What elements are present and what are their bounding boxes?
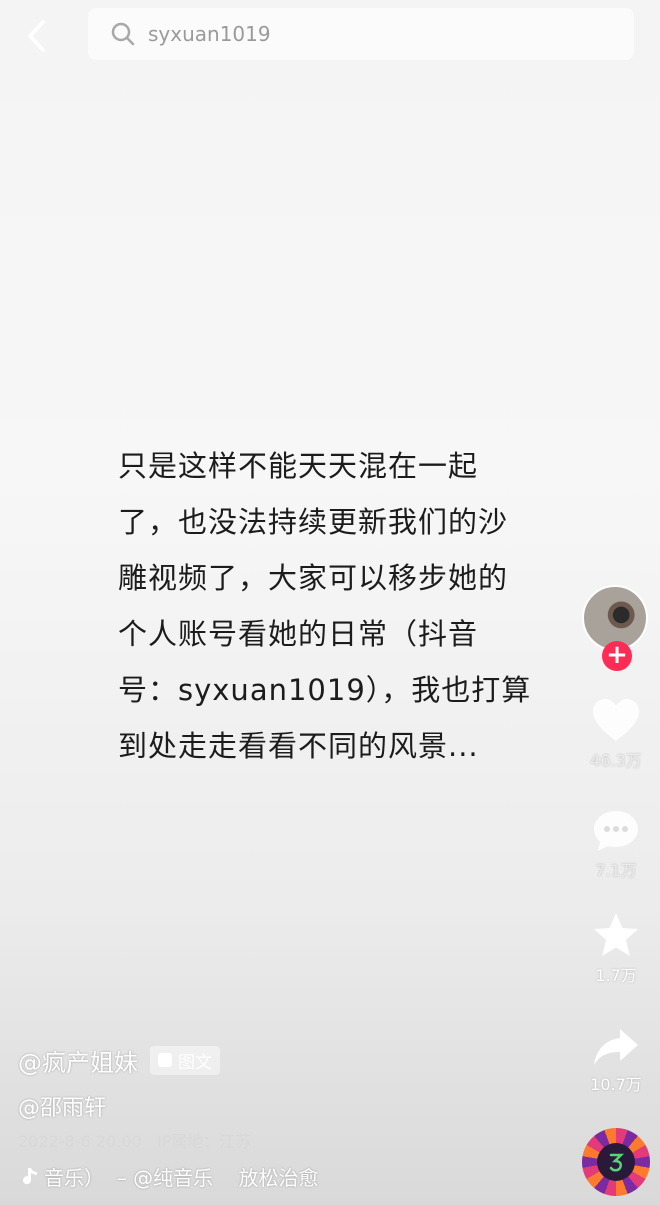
music-marquee[interactable]: 音乐） – @纯音乐 放松治愈 [18, 1162, 319, 1191]
post-text-line: 号：syxuan1019），我也打算 [118, 673, 532, 707]
music-cover-icon [597, 1143, 635, 1181]
post-info: 2022-8-6 20:00 IP属地：江苏 [18, 1128, 578, 1152]
comment-count: 7.1万 [595, 861, 637, 880]
author-name[interactable]: @疯产姐妹 [18, 1043, 138, 1078]
music-title: 音乐） – @纯音乐 放松治愈 [44, 1166, 319, 1190]
like-count: 46.3万 [590, 751, 642, 770]
post-text-line: 只是这样不能天天混在一起 [118, 449, 479, 483]
comment-button[interactable]: 7.1万 [578, 807, 654, 881]
heart-icon [593, 699, 639, 741]
mention-link[interactable]: @邵雨轩 [18, 1090, 578, 1122]
image-post-icon [158, 1053, 172, 1067]
like-button[interactable]: 46.3万 [578, 697, 654, 771]
post-text-line: 个人账号看她的日常（抖音 [118, 617, 479, 651]
post-text-line: 了，也没法持续更新我们的沙 [118, 505, 509, 539]
favorite-count: 1.7万 [595, 966, 637, 985]
search-bar[interactable]: syxuan1019 [88, 8, 634, 60]
share-button[interactable]: 10.7万 [578, 1025, 654, 1095]
post-type-badge: 图文 [150, 1045, 220, 1075]
music-note-icon [23, 1167, 37, 1184]
post-text: 只是这样不能天天混在一起 了，也没法持续更新我们的沙 雕视频了，大家可以移步她的… [118, 438, 548, 774]
share-icon [594, 1029, 638, 1065]
share-count: 10.7万 [590, 1075, 642, 1094]
top-bar: syxuan1019 [0, 0, 660, 70]
post-meta: @疯产姐妹 图文 @邵雨轩 2022-8-6 20:00 IP属地：江苏 [18, 1040, 578, 1152]
favorite-button[interactable]: 1.7万 [578, 910, 654, 986]
badge-label: 图文 [178, 1052, 212, 1073]
post-text-line: 到处走走看看不同的风景... [118, 729, 479, 763]
star-icon [594, 913, 638, 956]
search-icon [108, 19, 138, 49]
chevron-left-icon [28, 20, 45, 52]
search-query: syxuan1019 [148, 22, 271, 46]
back-button[interactable] [18, 18, 54, 54]
comment-icon [594, 811, 638, 851]
post-date: 2022-8-6 20:00 [18, 1132, 142, 1151]
post-text-line: 雕视频了，大家可以移步她的 [118, 561, 509, 595]
follow-button[interactable]: + [602, 641, 632, 671]
music-disc[interactable] [582, 1128, 650, 1196]
ip-location: IP属地：江苏 [156, 1132, 252, 1151]
